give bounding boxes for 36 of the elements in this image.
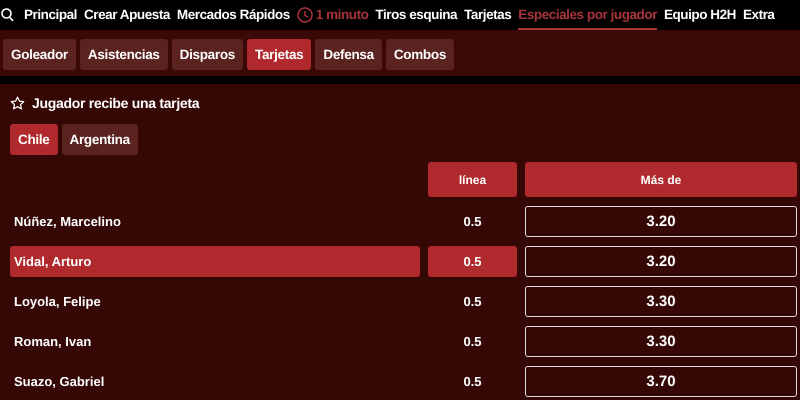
category-tab[interactable]: Goleador	[3, 39, 76, 70]
line-value: 0.5	[462, 293, 483, 311]
odds-button[interactable]: 3.20	[525, 206, 797, 237]
player-name[interactable]: Roman, Ivan	[10, 326, 420, 357]
player-name[interactable]: Suazo, Gabriel	[10, 366, 420, 397]
player-name[interactable]: Loyola, Felipe	[10, 286, 420, 317]
line-value: 0.5	[462, 213, 483, 231]
market-title: Jugador recibe una tarjeta	[32, 95, 200, 111]
odds-button[interactable]: 3.30	[525, 286, 797, 317]
odds-button[interactable]: 3.70	[525, 366, 797, 397]
odds-button[interactable]: 3.30	[525, 326, 797, 357]
category-tab[interactable]: Disparos	[172, 39, 243, 70]
nav-link[interactable]: Tarjetas	[464, 0, 512, 30]
column-header: línea	[428, 162, 517, 197]
nav-link[interactable]: Crear Apuesta	[84, 0, 170, 30]
player-name[interactable]: Vidal, Arturo	[10, 246, 420, 277]
nav-link[interactable]: Extra	[742, 0, 774, 30]
nav-link[interactable]: Tiros esquina	[375, 0, 458, 30]
category-tab[interactable]: Asistencias	[80, 39, 168, 70]
odds-button[interactable]: 3.20	[525, 246, 797, 277]
nav-link[interactable]: Equipo H2H	[664, 0, 736, 30]
star-icon[interactable]	[10, 96, 25, 110]
line-value: 0.5	[462, 373, 483, 391]
player-name[interactable]: Núñez, Marcelino	[10, 206, 420, 237]
line-value: 0.5	[462, 333, 483, 351]
nav-link[interactable]: Principal	[24, 0, 77, 30]
nav-link[interactable]: Mercados Rápidos	[176, 0, 290, 30]
line-value: 0.5	[428, 246, 517, 277]
team-tab[interactable]: Chile	[10, 124, 58, 155]
search-icon[interactable]	[1, 8, 14, 22]
category-tab[interactable]: Combos	[386, 39, 454, 70]
clock-icon	[296, 7, 313, 23]
category-tab[interactable]: Tarjetas	[247, 39, 312, 70]
category-tab[interactable]: Defensa	[315, 39, 382, 70]
team-tab[interactable]: Argentina	[62, 124, 138, 155]
column-header: Más de	[525, 162, 797, 197]
